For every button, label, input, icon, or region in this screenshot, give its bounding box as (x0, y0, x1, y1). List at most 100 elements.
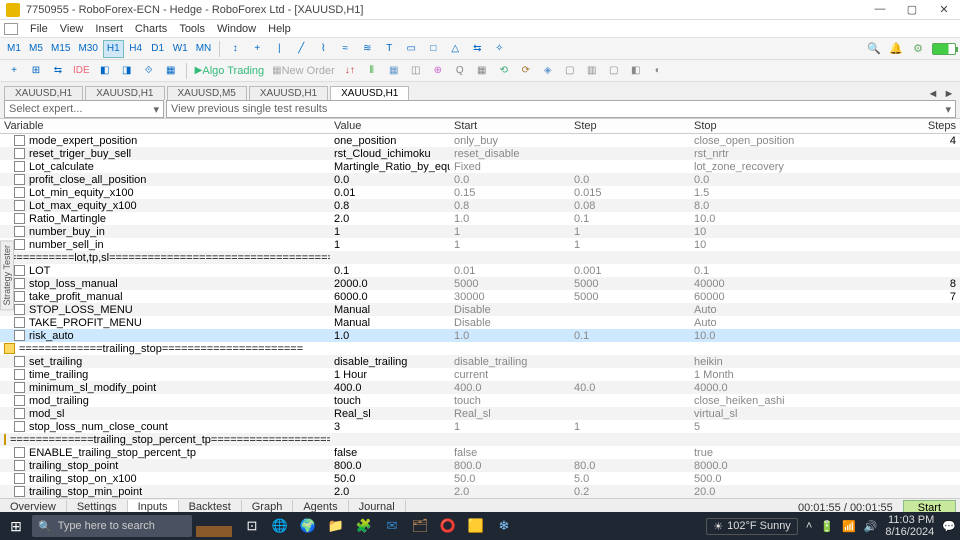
tb2-more-6[interactable]: ▦ (472, 62, 492, 80)
param-step[interactable]: 1 (570, 239, 690, 251)
param-start[interactable]: 1 (450, 226, 570, 238)
maximize-button[interactable]: ▢ (902, 3, 922, 16)
alert-icon[interactable]: 🔔 (888, 41, 904, 57)
param-row[interactable]: mod_slReal_slReal_slvirtual_sl (0, 407, 960, 420)
taskbar-app-4[interactable]: 🧩 (354, 516, 374, 536)
draw-tool-2[interactable]: | (269, 40, 289, 58)
param-value[interactable]: 1 (330, 226, 450, 238)
param-checkbox[interactable] (14, 135, 25, 146)
param-checkbox[interactable] (14, 278, 25, 289)
param-value[interactable]: false (330, 447, 450, 459)
param-stop[interactable]: 20.0 (690, 486, 910, 498)
param-row[interactable]: stop_loss_num_close_count3115 (0, 420, 960, 433)
timeframe-mn[interactable]: MN (193, 40, 215, 58)
draw-tool-3[interactable]: ╱ (291, 40, 311, 58)
param-stop[interactable]: 0.0 (690, 174, 910, 186)
param-checkbox[interactable] (14, 239, 25, 250)
param-start[interactable]: only_buy (450, 135, 570, 147)
param-value[interactable]: 1 (330, 239, 450, 251)
param-stop[interactable]: 40000 (690, 278, 910, 290)
param-row[interactable]: reset_triger_buy_sellrst_Cloud_ichimokur… (0, 147, 960, 160)
expert-select[interactable]: Select expert...▾ (4, 100, 164, 118)
tb2-item-4[interactable]: ◧ (95, 62, 115, 80)
tb2-more-10[interactable]: ▢ (560, 62, 580, 80)
weather-widget[interactable]: ☀ 102°F Sunny (706, 518, 798, 535)
param-checkbox[interactable] (14, 382, 25, 393)
menu-insert[interactable]: Insert (89, 23, 129, 35)
param-checkbox[interactable] (14, 174, 25, 185)
param-checkbox[interactable] (14, 187, 25, 198)
param-row[interactable]: time_trailing1 Hourcurrent1 Month (0, 368, 960, 381)
param-start[interactable]: current (450, 369, 570, 381)
param-start[interactable]: 1.0 (450, 330, 570, 342)
param-stop[interactable]: 60000 (690, 291, 910, 303)
param-value[interactable]: rst_Cloud_ichimoku (330, 148, 450, 160)
param-step[interactable]: 5000 (570, 278, 690, 290)
param-checkbox[interactable] (14, 291, 25, 302)
draw-tool-9[interactable]: □ (423, 40, 443, 58)
tb2-item-6[interactable]: ⟐ (139, 62, 159, 80)
tb2-item-2[interactable]: ⇆ (48, 62, 68, 80)
taskbar-app-7[interactable]: ⭕ (438, 516, 458, 536)
param-row[interactable]: number_buy_in11110 (0, 225, 960, 238)
chart-tab-1[interactable]: XAUUSD,H1 (85, 86, 164, 100)
param-row[interactable]: mod_trailingtouchtouchclose_heiken_ashi (0, 394, 960, 407)
param-step[interactable]: 0.001 (570, 265, 690, 277)
tb2-more-1[interactable]: ⫴ (362, 62, 382, 80)
param-value[interactable]: 6000.0 (330, 291, 450, 303)
col-start[interactable]: Start (450, 119, 570, 133)
menu-charts[interactable]: Charts (129, 23, 173, 35)
param-step[interactable]: 5000 (570, 291, 690, 303)
param-start[interactable]: touch (450, 395, 570, 407)
tb2-item-7[interactable]: ▦ (161, 62, 181, 80)
timeframe-w1[interactable]: W1 (170, 40, 191, 58)
param-step[interactable]: 40.0 (570, 382, 690, 394)
param-checkbox[interactable] (14, 148, 25, 159)
param-stop[interactable]: close_heiken_ashi (690, 395, 910, 407)
tb2-item-1[interactable]: ⊞ (26, 62, 46, 80)
tb2-item-5[interactable]: ◨ (117, 62, 137, 80)
taskbar-app-6[interactable]: 🗂 (410, 516, 430, 536)
taskbar-app-0[interactable]: ⊡ (242, 516, 262, 536)
param-stop[interactable]: 8000.0 (690, 460, 910, 472)
param-row[interactable]: stop_loss_manual2000.050005000400008 (0, 277, 960, 290)
menu-view[interactable]: View (54, 23, 90, 35)
timeframe-d1[interactable]: D1 (148, 40, 168, 58)
taskbar-clock[interactable]: 11:03 PM 8/16/2024 (885, 514, 934, 538)
param-checkbox[interactable] (14, 213, 25, 224)
param-step[interactable]: 0.015 (570, 187, 690, 199)
close-button[interactable]: ✕ (934, 3, 954, 16)
draw-tool-11[interactable]: ⇆ (467, 40, 487, 58)
taskbar-search[interactable]: 🔍 Type here to search (32, 515, 192, 537)
param-value[interactable]: 1 Hour (330, 369, 450, 381)
param-start[interactable]: reset_disable (450, 148, 570, 160)
param-checkbox[interactable] (14, 265, 25, 276)
param-stop[interactable]: 5 (690, 421, 910, 433)
chart-tab-0[interactable]: XAUUSD,H1 (4, 86, 83, 100)
param-stop[interactable]: Auto (690, 317, 910, 329)
param-checkbox[interactable] (14, 408, 25, 419)
timeframe-h1[interactable]: H1 (103, 40, 124, 58)
timeframe-m1[interactable]: M1 (4, 40, 24, 58)
param-value[interactable]: 0.0 (330, 174, 450, 186)
draw-tool-0[interactable]: ↕ (225, 40, 245, 58)
param-start[interactable]: 2.0 (450, 486, 570, 498)
tb2-more-9[interactable]: ◈ (538, 62, 558, 80)
param-stop[interactable]: 10 (690, 239, 910, 251)
param-start[interactable]: 0.0 (450, 174, 570, 186)
minimize-button[interactable]: — (870, 3, 890, 16)
col-variable[interactable]: Variable (0, 119, 330, 133)
param-row[interactable]: take_profit_manual6000.0300005000600007 (0, 290, 960, 303)
param-row[interactable]: profit_close_all_position0.00.00.00.0 (0, 173, 960, 186)
param-start[interactable]: disable_trailing (450, 356, 570, 368)
chart-tab-2[interactable]: XAUUSD,M5 (167, 86, 247, 100)
param-row[interactable]: ENABLE_trailing_stop_percent_tpfalsefals… (0, 446, 960, 459)
param-stop[interactable]: 4000.0 (690, 382, 910, 394)
taskbar-app-5[interactable]: ✉ (382, 516, 402, 536)
param-start[interactable]: Real_sl (450, 408, 570, 420)
tb2-more-11[interactable]: ▥ (582, 62, 602, 80)
param-start[interactable]: 30000 (450, 291, 570, 303)
tab-next-button[interactable]: ► (942, 88, 956, 100)
tb2-more-4[interactable]: ⊕ (428, 62, 448, 80)
param-stop[interactable]: 1.5 (690, 187, 910, 199)
